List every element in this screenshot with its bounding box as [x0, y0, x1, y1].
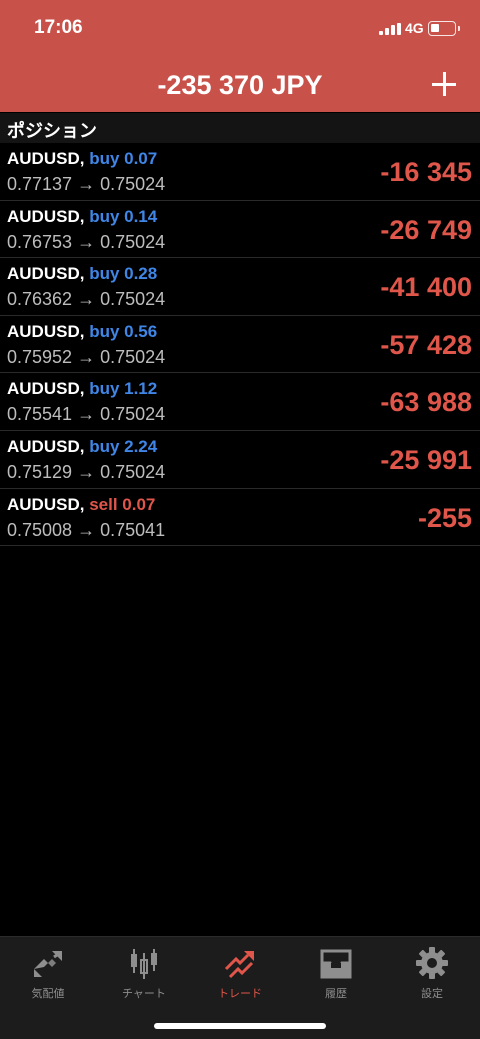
tab-label: 設定	[421, 988, 443, 1000]
app-header: 17:06 4G -235 370 JPY	[0, 0, 480, 112]
position-prices: 0.75008 → 0.75041	[7, 519, 166, 540]
position-prices: 0.75541 → 0.75024	[7, 404, 166, 425]
network-type: 4G	[405, 20, 424, 36]
cellular-signal-icon	[379, 23, 401, 35]
position-prices: 0.75952 → 0.75024	[7, 346, 166, 367]
position-row[interactable]: AUDUSD, sell 0.07 0.75008 → 0.75041 -255	[0, 489, 480, 547]
position-symbol: AUDUSD,	[7, 494, 85, 514]
position-side: buy 0.56	[89, 321, 158, 341]
positions-section-header: ポジション	[0, 113, 480, 143]
quotes-icon	[34, 951, 62, 977]
position-symbol: AUDUSD,	[7, 321, 85, 341]
position-pnl: -26 749	[380, 214, 472, 245]
position-pnl: -57 428	[380, 329, 472, 360]
position-row[interactable]: AUDUSD, buy 0.28 0.76362 → 0.75024 -41 4…	[0, 258, 480, 316]
battery-icon	[428, 21, 460, 36]
position-row[interactable]: AUDUSD, buy 0.07 0.77137 → 0.75024 -16 3…	[0, 143, 480, 201]
home-indicator[interactable]	[154, 1023, 326, 1029]
position-symbol: AUDUSD,	[7, 149, 85, 168]
status-bar: 17:06 4G	[0, 0, 480, 58]
position-prices: 0.75129 → 0.75024	[7, 461, 166, 482]
position-prices: 0.77137 → 0.75024	[7, 174, 166, 194]
account-total: -235 370 JPY	[157, 70, 323, 100]
position-side: buy 0.14	[89, 206, 158, 226]
position-side: buy 0.07	[89, 149, 158, 168]
history-inbox-icon	[320, 949, 352, 979]
trade-icon	[224, 951, 254, 979]
status-time: 17:06	[34, 17, 83, 38]
add-position-button[interactable]	[430, 68, 462, 100]
position-symbol: AUDUSD,	[7, 264, 85, 284]
tab-label: 履歴	[325, 988, 347, 1000]
position-side: buy 2.24	[89, 436, 158, 456]
tab-label: 気配値	[31, 988, 65, 1000]
position-pnl: -25 991	[380, 444, 472, 475]
position-pnl: -41 400	[380, 272, 472, 303]
tab-history[interactable]: 履歴	[288, 937, 384, 1007]
tab-chart[interactable]: チャート	[96, 937, 192, 1007]
position-row[interactable]: AUDUSD, buy 2.24 0.75129 → 0.75024 -25 9…	[0, 431, 480, 489]
position-row[interactable]: AUDUSD, buy 1.12 0.75541 → 0.75024 -63 9…	[0, 373, 480, 431]
position-pnl: -16 345	[380, 157, 472, 187]
chart-candles-icon	[131, 949, 157, 979]
position-symbol: AUDUSD,	[7, 436, 85, 456]
position-prices: 0.76362 → 0.75024	[7, 289, 166, 310]
tab-label: チャート	[122, 988, 166, 1000]
position-row[interactable]: AUDUSD, buy 0.56 0.75952 → 0.75024 -57 4…	[0, 316, 480, 374]
tab-trade[interactable]: トレード	[192, 937, 288, 1007]
position-row[interactable]: AUDUSD, buy 0.14 0.76753 → 0.75024 -26 7…	[0, 201, 480, 259]
position-pnl: -255	[417, 502, 472, 533]
position-pnl: -63 988	[380, 387, 472, 418]
tab-quotes[interactable]: 気配値	[0, 937, 96, 1007]
position-side: sell 0.07	[89, 494, 156, 514]
positions-list: AUDUSD, buy 0.07 0.77137 → 0.75024 -16 3…	[0, 143, 480, 547]
tab-settings[interactable]: 設定	[384, 937, 480, 1007]
tab-label: トレード	[218, 988, 262, 1000]
position-symbol: AUDUSD,	[7, 206, 85, 226]
gear-icon	[416, 947, 448, 979]
position-prices: 0.76753 → 0.75024	[7, 231, 166, 252]
position-symbol: AUDUSD,	[7, 379, 85, 399]
position-side: buy 0.28	[89, 264, 158, 284]
position-side: buy 1.12	[89, 379, 158, 399]
section-title: ポジション	[7, 121, 97, 141]
